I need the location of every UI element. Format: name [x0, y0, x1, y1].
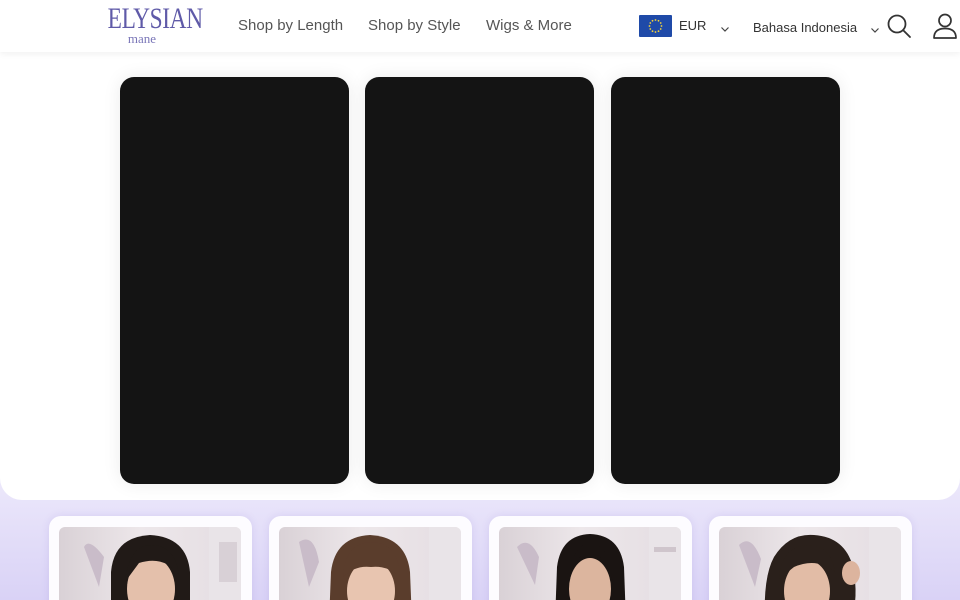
product-card[interactable] — [489, 516, 692, 600]
nav-shop-by-length[interactable]: Shop by Length — [238, 16, 343, 36]
product-card[interactable] — [49, 516, 252, 600]
video-section — [0, 52, 960, 500]
brand-name: ELYSIAN — [107, 2, 203, 35]
video-card[interactable] — [365, 77, 594, 484]
product-image[interactable] — [719, 527, 901, 600]
product-image[interactable] — [59, 527, 241, 600]
currency-label: EUR — [679, 18, 707, 33]
video-card[interactable] — [120, 77, 349, 484]
product-image[interactable] — [279, 527, 461, 600]
language-selector[interactable]: Bahasa Indonesia — [753, 17, 880, 37]
site-header: ELYSIAN mane Shop by Length Shop by Styl… — [0, 0, 960, 52]
nav-wigs-and-more[interactable]: Wigs & More — [486, 16, 572, 36]
product-image[interactable] — [499, 527, 681, 600]
eu-flag-icon — [639, 15, 672, 37]
product-card[interactable] — [269, 516, 472, 600]
user-icon[interactable] — [932, 12, 958, 40]
nav-shop-by-style[interactable]: Shop by Style — [368, 16, 461, 36]
chevron-down-icon — [720, 21, 730, 32]
currency-selector[interactable]: EUR — [639, 14, 734, 38]
video-card[interactable] — [611, 77, 840, 484]
brand-logo[interactable]: ELYSIAN mane — [98, 2, 203, 50]
product-card[interactable] — [709, 516, 912, 600]
language-label: Bahasa Indonesia — [753, 19, 858, 35]
search-icon[interactable] — [886, 13, 912, 39]
chevron-down-icon — [870, 22, 880, 33]
